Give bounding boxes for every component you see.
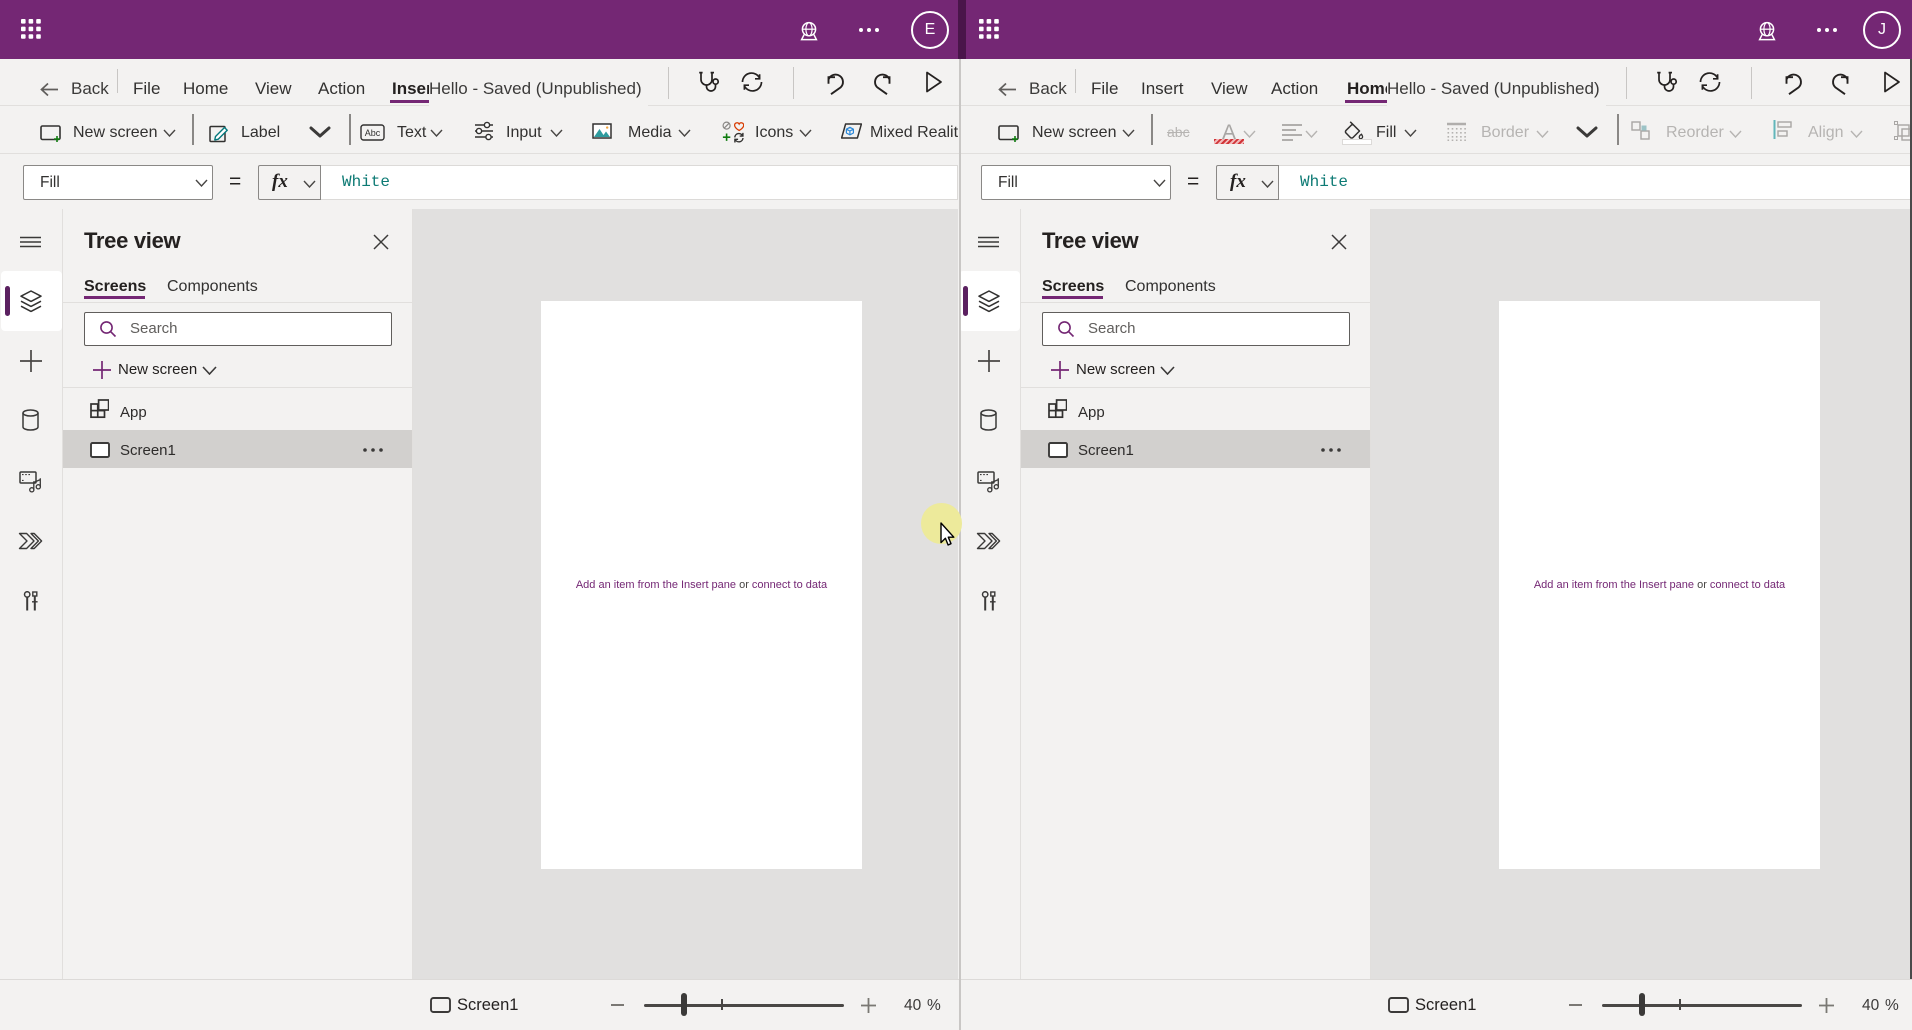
svg-text:Abc: Abc xyxy=(365,128,381,138)
